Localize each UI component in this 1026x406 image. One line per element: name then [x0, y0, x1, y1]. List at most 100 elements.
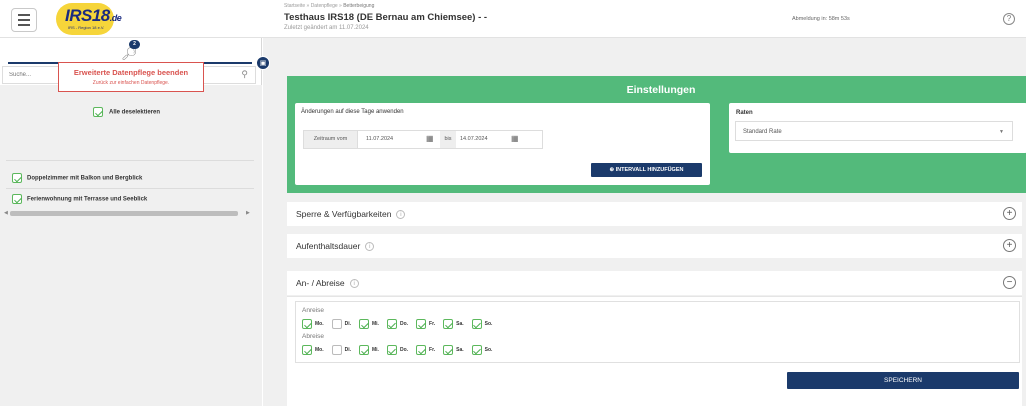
- abreise-day[interactable]: Sa.: [443, 345, 464, 355]
- abreise-label: Abreise: [302, 333, 325, 340]
- deselect-all-label: Alle deselektieren: [109, 109, 161, 116]
- sidebar: 🔎︎ 2 ⚲: [0, 38, 262, 406]
- panel-title: An- / Abreise i: [296, 278, 359, 289]
- day-checkbox[interactable]: [331, 319, 342, 329]
- abreise-day[interactable]: Fr.: [416, 345, 435, 355]
- day-checkbox[interactable]: [416, 319, 427, 329]
- day-checkbox[interactable]: [386, 319, 397, 329]
- anreise-day[interactable]: Di.: [331, 319, 351, 329]
- irs18-logo[interactable]: IRS18.de IRS - Region 18 e.V.: [56, 3, 122, 35]
- logout-timer: Abmeldung in: 58m 53s: [792, 16, 850, 22]
- panel-sperre[interactable]: Sperre & Verfügbarkeiten i +: [287, 202, 1022, 226]
- panel-an-abreise[interactable]: An- / Abreise i −: [287, 271, 1022, 295]
- rates-label: Raten: [736, 110, 753, 116]
- abreise-day[interactable]: So.: [471, 345, 492, 355]
- expand-icon[interactable]: +: [1003, 239, 1016, 252]
- anreise-day[interactable]: Fr.: [416, 319, 435, 329]
- breadcrumb-item: Betterbeigung: [343, 3, 375, 9]
- breadcrumb: Startseite » Datenpflege » Betterbeigung: [284, 3, 375, 9]
- calendar-icon[interactable]: ▦: [511, 134, 519, 143]
- chevron-down-icon: ▼: [999, 129, 1004, 135]
- logo-tagline: IRS - Region 18 e.V.: [68, 25, 105, 30]
- anreise-day[interactable]: Do.: [386, 319, 408, 329]
- anreise-day[interactable]: So.: [471, 319, 492, 329]
- hamburger-menu-button[interactable]: [11, 8, 37, 32]
- deselect-all-toggle[interactable]: Alle deselektieren: [93, 107, 160, 117]
- rate-select[interactable]: Standard Rate ▼: [735, 121, 1013, 141]
- abreise-days: Mo. Di. Mi. Do. Fr. Sa. So.: [302, 345, 492, 355]
- rate-selected-value: Standard Rate: [743, 129, 782, 135]
- help-icon[interactable]: ?: [1003, 13, 1015, 25]
- end-extended-sublabel: Zurück zur einfachen Datenpflege.: [92, 80, 170, 86]
- notifications-button[interactable]: 🔎︎ 2: [120, 40, 142, 63]
- panel-aufenthaltsdauer[interactable]: Aufenthaltsdauer i +: [287, 234, 1022, 258]
- notification-badge: 2: [129, 40, 140, 49]
- app-header: IRS18.de IRS - Region 18 e.V. Startseite…: [0, 0, 1026, 38]
- scroll-right-icon[interactable]: ▶: [246, 210, 250, 216]
- add-interval-button[interactable]: ⊕ INTERVALL HINZUFÜGEN: [591, 163, 702, 177]
- abreise-day[interactable]: Mi.: [359, 345, 379, 355]
- search-icon[interactable]: ⚲: [241, 69, 248, 80]
- abreise-day[interactable]: Mo.: [302, 345, 324, 355]
- day-checkbox[interactable]: [471, 319, 482, 329]
- day-checkbox[interactable]: [416, 345, 427, 355]
- room-item[interactable]: Doppelzimmer mit Balkon und Bergblick: [12, 173, 142, 183]
- day-checkbox[interactable]: [471, 345, 482, 355]
- end-extended-label: Erweiterte Datenpflege beenden: [73, 68, 189, 77]
- menu-bar-icon: [18, 14, 30, 16]
- info-icon[interactable]: i: [365, 242, 375, 252]
- range-to-label: bis: [440, 131, 456, 148]
- anreise-label: Anreise: [302, 307, 325, 314]
- apply-days-label: Änderungen auf diese Tage anwenden: [301, 109, 404, 115]
- calendar-icon[interactable]: ▦: [426, 134, 434, 143]
- abreise-day[interactable]: Di.: [331, 345, 351, 355]
- breadcrumb-item[interactable]: Startseite: [284, 3, 305, 9]
- anreise-day[interactable]: Mo.: [302, 319, 324, 329]
- day-checkbox[interactable]: [386, 345, 397, 355]
- scroll-left-icon[interactable]: ◀: [4, 210, 8, 216]
- day-checkbox[interactable]: [443, 319, 454, 329]
- sidebar-content: [0, 85, 262, 406]
- expand-icon[interactable]: +: [1003, 207, 1016, 220]
- room-label: Ferienwohnung mit Terrasse und Seeblick: [27, 196, 148, 203]
- divider: [6, 160, 254, 161]
- day-checkbox[interactable]: [443, 345, 454, 355]
- room-label: Doppelzimmer mit Balkon und Bergblick: [27, 175, 143, 182]
- save-button[interactable]: SPEICHERN: [787, 372, 1019, 389]
- rates-card: Raten Standard Rate ▼: [729, 103, 1026, 153]
- date-from-input[interactable]: 11.07.2024: [366, 131, 393, 148]
- breadcrumb-item[interactable]: Datenpflege: [311, 3, 338, 9]
- settings-title: Einstellungen: [626, 84, 696, 96]
- day-checkbox[interactable]: [302, 345, 312, 355]
- info-icon[interactable]: i: [396, 210, 406, 220]
- abreise-day[interactable]: Do.: [386, 345, 408, 355]
- range-from-label: Zeitraum vom: [304, 131, 358, 148]
- date-to-input[interactable]: 14.07.2024: [460, 131, 488, 148]
- collapse-sidebar-icon[interactable]: ▣: [256, 56, 270, 70]
- day-checkbox[interactable]: [331, 345, 342, 355]
- an-abreise-box: Anreise Mo. Di. Mi. Do. Fr. Sa. So. Abre…: [295, 301, 1020, 363]
- logo-text: IRS18.de: [65, 6, 122, 25]
- end-extended-maintenance-button[interactable]: Erweiterte Datenpflege beenden Zurück zu…: [58, 62, 204, 92]
- info-icon[interactable]: i: [349, 279, 359, 289]
- room-checkbox[interactable]: [12, 194, 22, 204]
- day-checkbox[interactable]: [302, 319, 312, 329]
- last-modified: Zuletzt geändert am 11.07.2024: [284, 25, 369, 31]
- panel-title: Aufenthaltsdauer i: [296, 241, 375, 252]
- room-item[interactable]: Ferienwohnung mit Terrasse und Seeblick: [12, 194, 147, 204]
- day-checkbox[interactable]: [359, 345, 369, 355]
- horizontal-scrollbar[interactable]: [10, 211, 238, 216]
- anreise-days: Mo. Di. Mi. Do. Fr. Sa. So.: [302, 319, 492, 329]
- room-checkbox[interactable]: [12, 173, 22, 183]
- anreise-day[interactable]: Sa.: [443, 319, 464, 329]
- deselect-all-checkbox[interactable]: [93, 107, 103, 117]
- panel-title: Sperre & Verfügbarkeiten i: [296, 209, 406, 220]
- an-abreise-body: Anreise Mo. Di. Mi. Do. Fr. Sa. So. Abre…: [287, 296, 1022, 406]
- apply-days-card: Änderungen auf diese Tage anwenden Zeitr…: [295, 103, 710, 185]
- menu-bar-icon: [18, 19, 30, 21]
- collapse-icon[interactable]: −: [1003, 276, 1016, 289]
- day-checkbox[interactable]: [359, 319, 369, 329]
- divider: [6, 188, 254, 189]
- page-title: Testhaus IRS18 (DE Bernau am Chiemsee) -…: [284, 12, 488, 23]
- anreise-day[interactable]: Mi.: [359, 319, 379, 329]
